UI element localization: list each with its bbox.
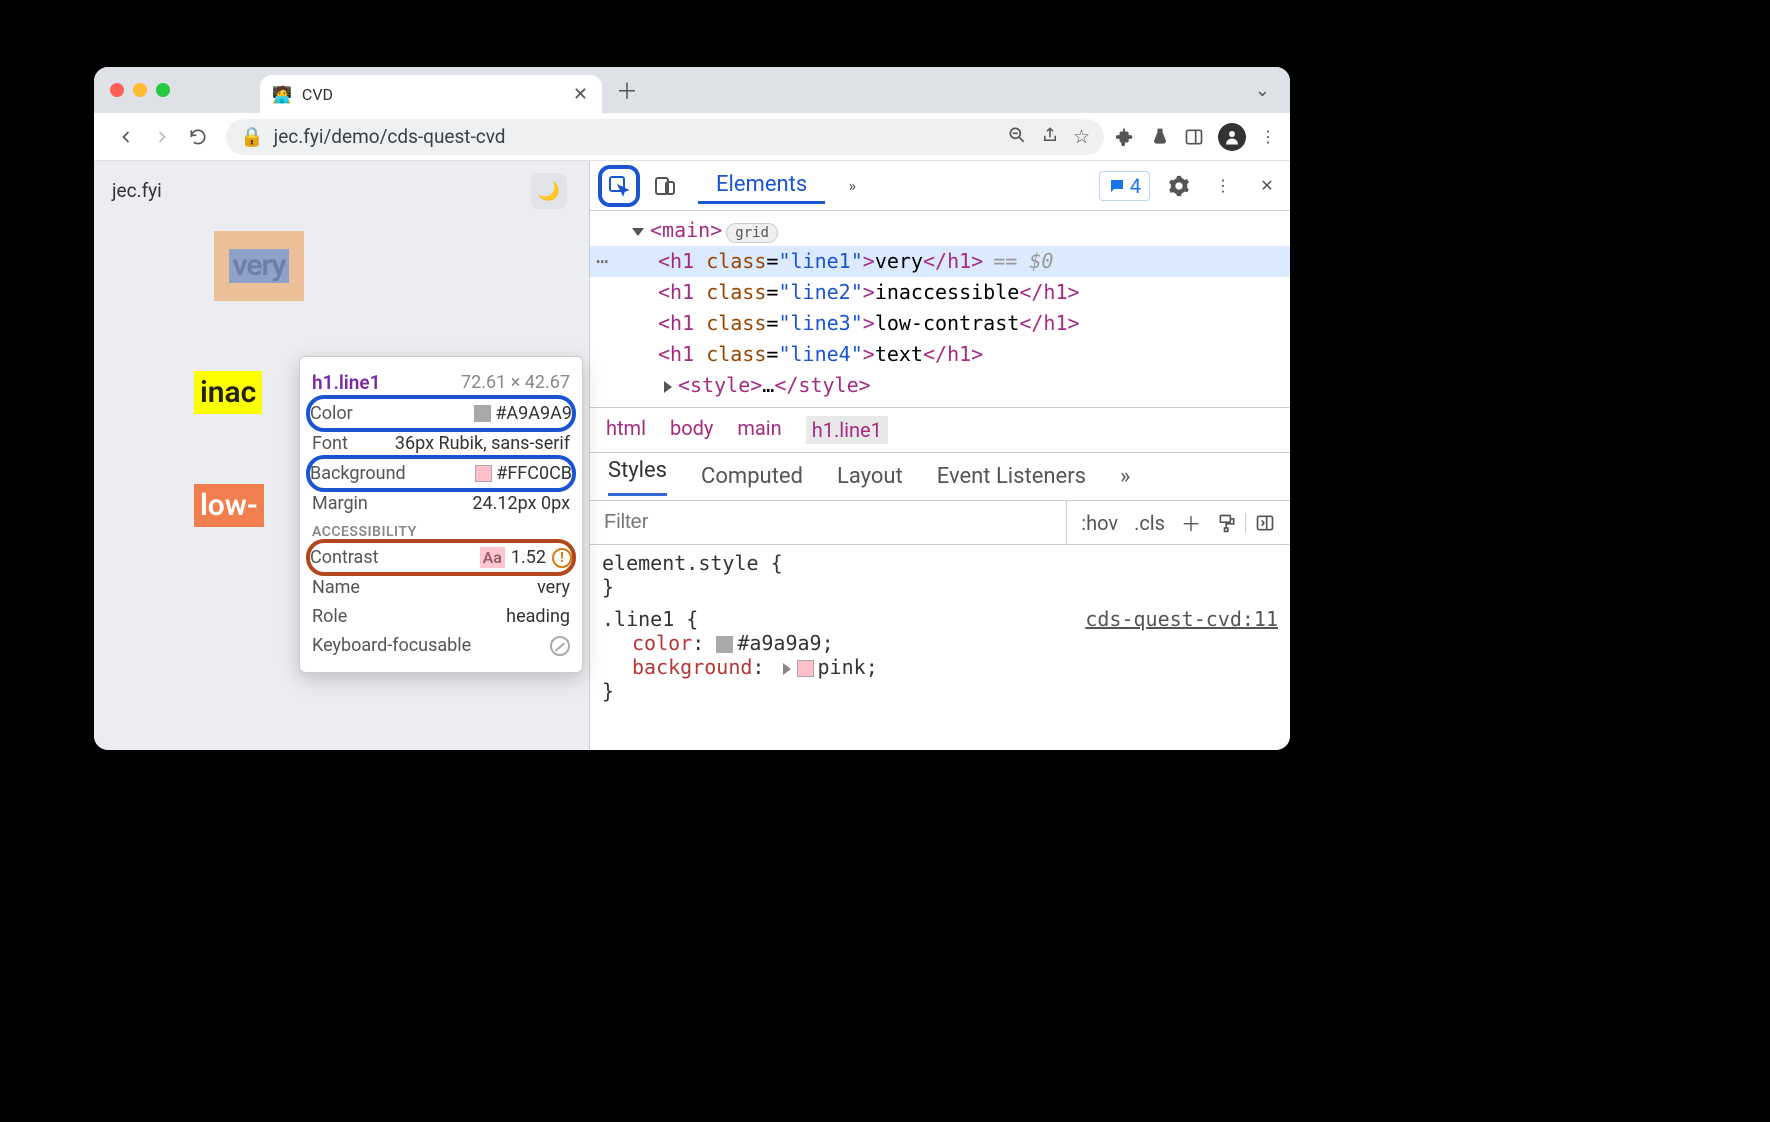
omnibox-actions: ☆: [1007, 125, 1090, 148]
browser-tab[interactable]: 🧑‍💻 CVD ✕: [260, 75, 602, 113]
tooltip-color-row: Color#A9A9A9: [306, 395, 576, 432]
dom-tree[interactable]: <main>grid <h1 class="line1">very</h1>==…: [590, 211, 1290, 407]
url-text: jec.fyi/demo/cds-quest-cvd: [274, 125, 506, 148]
labs-icon[interactable]: [1150, 126, 1170, 148]
toolbar: 🔒 jec.fyi/demo/cds-quest-cvd ☆ ⋮: [94, 113, 1290, 161]
kebab-menu-icon[interactable]: ⋮: [1208, 171, 1238, 201]
share-icon[interactable]: [1041, 125, 1059, 148]
line1-text: very: [229, 249, 290, 283]
new-tab-button[interactable]: ＋: [616, 74, 638, 106]
warning-icon: !: [552, 548, 572, 568]
elements-tab[interactable]: Elements: [698, 168, 825, 204]
browser-window: 🧑‍💻 CVD ✕ ＋ ⌄ 🔒 jec.fyi/demo/cds-quest-c…: [94, 67, 1290, 750]
extensions-icon[interactable]: [1114, 126, 1136, 148]
sidepanel-icon[interactable]: [1184, 127, 1204, 147]
color-swatch-icon: [474, 405, 491, 422]
page-title: jec.fyi: [112, 179, 162, 202]
crumb-h1[interactable]: h1.line1: [806, 416, 888, 444]
styles-pane-tabs: Styles Computed Layout Event Listeners »: [590, 453, 1290, 501]
styles-filter-bar: :hov .cls ＋: [590, 501, 1290, 545]
demo-content: very inac low-: [214, 231, 304, 527]
prop-color[interactable]: color: #a9a9a9;: [602, 631, 1278, 655]
dom-breadcrumb[interactable]: html body main h1.line1: [590, 407, 1290, 453]
grid-badge[interactable]: grid: [726, 223, 778, 243]
issues-badge[interactable]: 4: [1099, 171, 1150, 201]
line1-box[interactable]: very: [214, 231, 304, 301]
crumb-body[interactable]: body: [670, 416, 713, 444]
color-swatch-icon: [475, 465, 492, 482]
device-toolbar-button[interactable]: [650, 171, 680, 201]
dom-line3[interactable]: <h1 class="line3">low-contrast</h1>: [628, 308, 1290, 339]
color-swatch-icon[interactable]: [797, 660, 814, 677]
more-tabs-icon[interactable]: »: [837, 171, 867, 201]
tab-listeners[interactable]: Event Listeners: [937, 464, 1086, 489]
minimize-window-icon[interactable]: [133, 83, 147, 97]
reload-button[interactable]: [184, 123, 212, 151]
new-rule-icon[interactable]: ＋: [1173, 508, 1209, 537]
devtools-toolbar: Elements » 4 ⋮ ✕: [590, 161, 1290, 211]
browser-tools: ⋮: [1114, 123, 1276, 151]
line3-box[interactable]: low-: [194, 484, 264, 527]
tooltip-contrast-row: ContrastAa1.52!: [306, 539, 576, 576]
dom-style[interactable]: <style>…</style>: [628, 370, 1290, 401]
more-style-tabs-icon[interactable]: »: [1120, 464, 1130, 489]
tab-styles[interactable]: Styles: [608, 458, 667, 496]
tab-layout[interactable]: Layout: [837, 464, 903, 489]
address-bar[interactable]: 🔒 jec.fyi/demo/cds-quest-cvd ☆: [226, 119, 1104, 155]
tooltip-bg-row: Background#FFC0CB: [306, 455, 576, 492]
styles-filter-input[interactable]: [590, 505, 1066, 540]
zoom-icon[interactable]: [1007, 125, 1027, 148]
hov-button[interactable]: :hov: [1073, 511, 1126, 535]
lock-icon: 🔒: [240, 125, 264, 148]
prop-background[interactable]: background: pink;: [602, 655, 1278, 679]
color-swatch-icon[interactable]: [716, 636, 733, 653]
dom-main[interactable]: <main>grid: [628, 215, 1290, 246]
tooltip-selector: h1.line1: [312, 371, 380, 394]
close-tab-icon[interactable]: ✕: [573, 84, 588, 105]
source-link[interactable]: cds-quest-cvd:11: [1085, 607, 1278, 631]
tab-title: CVD: [302, 85, 333, 104]
element-inspect-tooltip: h1.line172.61 × 42.67 Color#A9A9A9 Font3…: [299, 356, 583, 673]
tab-list-icon[interactable]: ⌄: [1255, 80, 1270, 101]
crumb-html[interactable]: html: [606, 416, 646, 444]
traffic-lights: [110, 83, 170, 97]
aa-badge: Aa: [480, 547, 505, 568]
menu-icon[interactable]: ⋮: [1260, 127, 1276, 146]
forward-button[interactable]: [148, 123, 176, 151]
bookmark-icon[interactable]: ☆: [1073, 125, 1090, 148]
dom-line1[interactable]: <h1 class="line1">very</h1>== $0: [590, 246, 1290, 277]
styles-body[interactable]: element.style { } .line1 {cds-quest-cvd:…: [590, 545, 1290, 750]
line2-box[interactable]: inac: [194, 371, 262, 414]
not-focusable-icon: [550, 636, 570, 656]
close-devtools-icon[interactable]: ✕: [1252, 171, 1282, 201]
dom-line2[interactable]: <h1 class="line2">inaccessible</h1>: [628, 277, 1290, 308]
back-button[interactable]: [112, 123, 140, 151]
toggle-sidebar-icon[interactable]: [1245, 513, 1284, 533]
maximize-window-icon[interactable]: [156, 83, 170, 97]
favicon-icon: 🧑‍💻: [272, 85, 292, 104]
dark-mode-toggle[interactable]: 🌙: [531, 173, 567, 209]
line1-rule[interactable]: .line1 {cds-quest-cvd:11: [602, 607, 1278, 631]
tooltip-dimensions: 72.61 × 42.67: [461, 372, 570, 393]
settings-icon[interactable]: [1164, 171, 1194, 201]
title-bar: 🧑‍💻 CVD ✕ ＋ ⌄: [94, 67, 1290, 113]
dom-line4[interactable]: <h1 class="line4">text</h1>: [628, 339, 1290, 370]
paint-icon[interactable]: [1209, 513, 1245, 533]
tab-computed[interactable]: Computed: [701, 464, 803, 489]
devtools-panel: Elements » 4 ⋮ ✕ <main>grid <h1 class="l…: [589, 161, 1290, 750]
close-window-icon[interactable]: [110, 83, 124, 97]
cls-button[interactable]: .cls: [1126, 511, 1173, 535]
inspect-element-button[interactable]: [598, 165, 640, 207]
profile-avatar[interactable]: [1218, 123, 1246, 151]
element-style-rule[interactable]: element.style {: [602, 551, 1278, 575]
crumb-main[interactable]: main: [737, 416, 781, 444]
